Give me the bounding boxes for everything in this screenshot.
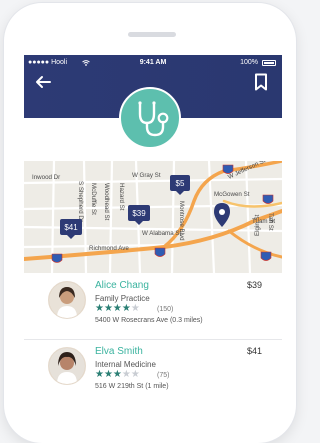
doctor-list: Alice Chang Family Practice ★★★★★ (150) …: [24, 273, 282, 400]
stethoscope-icon: [138, 101, 169, 137]
doctor-avatar: [48, 281, 86, 319]
street-label: W Alabama St: [142, 230, 181, 237]
status-bar: ●●●●● Hooli 9:41 AM 100%: [24, 57, 282, 69]
doctor-name: Elva Smith: [95, 346, 143, 357]
street-label: Woodhead St: [103, 183, 110, 221]
street-label: S Shepherd Dr: [77, 181, 84, 222]
app-screen: ●●●●● Hooli 9:41 AM 100% Inwood Dr W Gra…: [24, 55, 282, 400]
map-pin-label: $5: [176, 179, 185, 188]
map-pin[interactable]: $39: [128, 205, 150, 225]
street-label: McGowen St: [214, 191, 250, 198]
map-pin[interactable]: $41: [60, 219, 82, 239]
street-label: Taft St: [267, 213, 274, 231]
doctor-specialty: Internal Medicine: [95, 360, 156, 369]
speaker-grille: [128, 32, 176, 37]
specialty-avatar: [119, 87, 181, 149]
map-canvas[interactable]: Inwood Dr W Gray St W Alabama St Richmon…: [24, 161, 282, 273]
street-label: McDuffie St: [90, 183, 97, 215]
street-label: W Gray St: [132, 172, 161, 179]
street-label: Elgin St: [254, 214, 261, 236]
street-label: Inwood Dr: [32, 174, 60, 181]
doctor-address: 516 W 219th St (1 mile): [95, 383, 169, 390]
map-view[interactable]: Inwood Dr W Gray St W Alabama St Richmon…: [24, 161, 282, 273]
doctor-specialty: Family Practice: [95, 294, 150, 303]
bookmark-button[interactable]: [254, 73, 268, 91]
doctor-row[interactable]: Elva Smith Internal Medicine ★★★★★ (75) …: [24, 339, 282, 400]
street-label: Montrose Blvd: [178, 201, 185, 241]
street-label: Richmond Ave: [89, 245, 129, 252]
doctor-price: $39: [246, 280, 262, 290]
doctor-price: $41: [246, 346, 262, 356]
rating-stars: ★★★★★: [95, 303, 140, 314]
doctor-row[interactable]: Alice Chang Family Practice ★★★★★ (150) …: [24, 273, 282, 340]
battery-percentage: 100%: [240, 59, 258, 66]
back-button[interactable]: [34, 73, 52, 91]
doctor-name: Alice Chang: [95, 280, 149, 291]
review-count: (75): [157, 372, 170, 379]
street-label: Hazard St: [118, 183, 125, 211]
location-marker-icon: [214, 203, 230, 227]
map-pin-label: $41: [64, 223, 78, 232]
doctor-address: 5400 W Rosecrans Ave (0.3 miles): [95, 317, 203, 324]
review-count: (150): [157, 306, 174, 313]
battery-icon: [262, 60, 276, 66]
map-pin-label: $39: [132, 209, 146, 218]
rating-stars: ★★★★★: [95, 369, 140, 380]
doctor-avatar: [48, 347, 86, 385]
